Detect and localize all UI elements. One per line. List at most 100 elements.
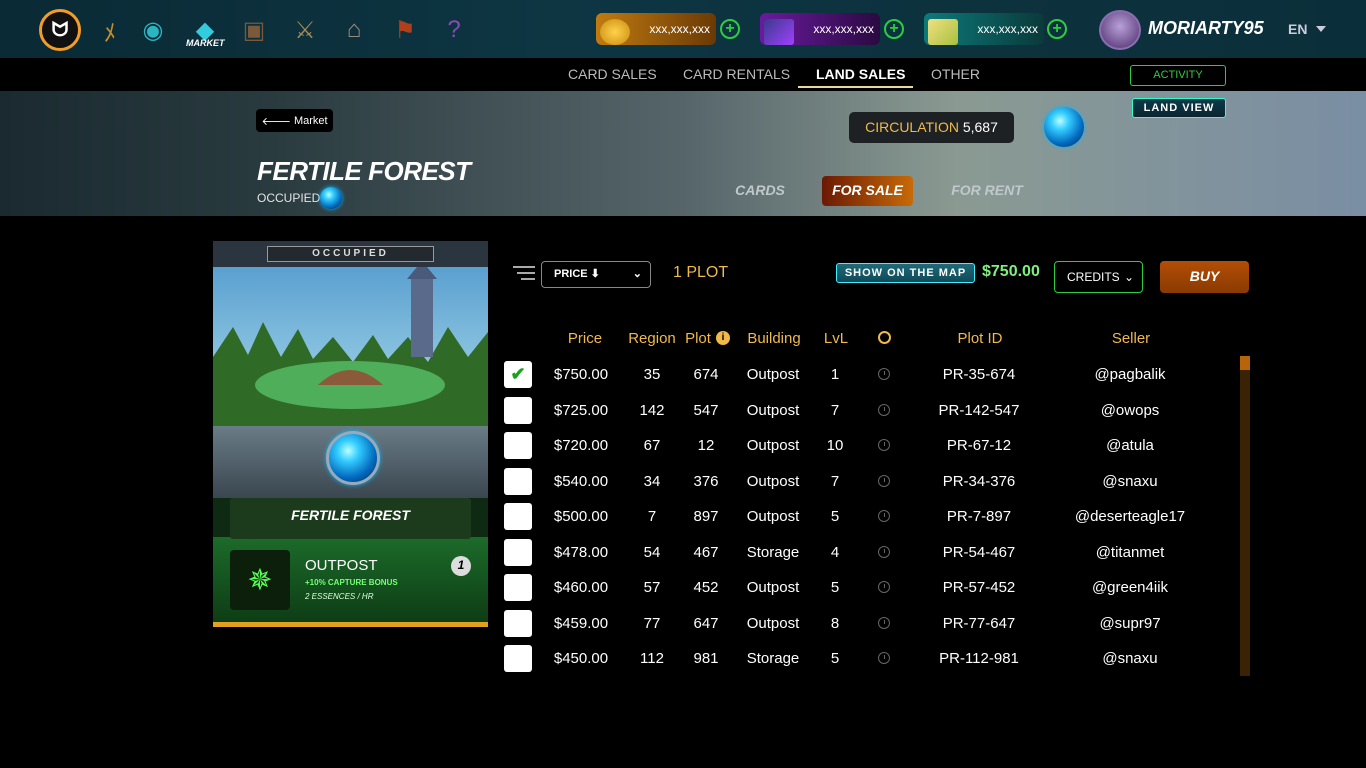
scrollbar-thumb[interactable] — [1240, 356, 1250, 370]
tab-cards[interactable]: CARDS — [728, 176, 792, 206]
battle-icon[interactable]: ⚔ — [285, 10, 325, 50]
logo-icon[interactable]: ᗢ — [39, 9, 81, 51]
chevron-down-icon[interactable] — [1316, 26, 1326, 32]
cell-plot: 547 — [693, 401, 719, 419]
tab-for-sale[interactable]: FOR SALE — [822, 176, 913, 206]
table-row[interactable]: $725.00 142 547 Outpost 7 PR-142-547 @owops — [504, 396, 1244, 426]
cell-lvl: 7 — [830, 401, 840, 419]
clock-icon — [878, 652, 890, 664]
header-region[interactable]: Region — [626, 330, 678, 347]
tab-card-sales[interactable]: CARD SALES — [568, 66, 657, 82]
row-checkbox[interactable] — [504, 396, 532, 424]
selected-total: $750.00 — [982, 263, 1040, 280]
cell-seller[interactable]: @titanmet — [1064, 538, 1196, 568]
land-view-button[interactable]: LAND VIEW — [1132, 98, 1226, 118]
add-dec-button[interactable]: + — [720, 19, 740, 39]
row-checkbox[interactable] — [504, 609, 532, 637]
cell-building: Outpost — [746, 366, 800, 383]
header-seller[interactable]: Seller — [1100, 330, 1162, 347]
cell-price: $450.00 — [553, 650, 609, 667]
currency-select[interactable]: CREDITS ⌄ — [1054, 261, 1143, 293]
clock-icon — [878, 368, 890, 380]
table-row[interactable]: $460.00 57 452 Outpost 5 PR-57-452 @green4iik — [504, 573, 1244, 603]
table-row[interactable]: $720.00 67 12 Outpost 10 PR-67-12 @atula — [504, 431, 1244, 461]
row-checkbox[interactable] — [504, 574, 532, 601]
cell-lvl: 5 — [830, 650, 840, 667]
row-checkbox[interactable] — [504, 538, 532, 566]
cell-seller[interactable]: @green4iik — [1064, 573, 1196, 603]
header-building[interactable]: Building — [742, 330, 806, 347]
row-checkbox[interactable] — [504, 432, 532, 459]
avatar[interactable] — [1099, 10, 1141, 50]
cell-lvl: 10 — [826, 437, 844, 454]
cell-plot: 674 — [693, 366, 719, 383]
header-lvl[interactable]: LvL — [822, 330, 850, 347]
clock-icon — [878, 545, 890, 558]
cell-lvl: 4 — [830, 543, 840, 561]
sort-select[interactable]: PRICE ⬇ ⌄ — [541, 261, 651, 288]
table-row[interactable]: $540.00 34 376 Outpost 7 PR-34-376 @snaxu — [504, 467, 1244, 497]
cell-seller[interactable]: @owops — [1064, 396, 1196, 426]
dec-balance: xxx,xxx,xxx — [649, 22, 710, 36]
quest-icon[interactable]: ﾒ — [90, 10, 130, 50]
header-plot-id[interactable]: Plot ID — [940, 330, 1020, 347]
cell-lvl: 7 — [830, 472, 840, 490]
checkmark-icon: ✔ — [510, 364, 526, 384]
language-selector[interactable]: EN — [1288, 21, 1307, 37]
add-sps-button[interactable]: + — [884, 19, 904, 39]
header-plot[interactable]: Plot — [682, 330, 714, 347]
clock-icon — [878, 581, 890, 593]
land-card: OCCUPIED FERTILE FOREST ✵ OUTPOST +10% C… — [213, 241, 488, 627]
cell-seller[interactable]: @snaxu — [1064, 644, 1196, 674]
forest-artwork — [213, 261, 488, 427]
cell-region: 142 — [639, 401, 665, 419]
row-checkbox[interactable] — [504, 645, 532, 672]
filter-icon[interactable] — [513, 263, 535, 283]
show-on-map-button[interactable]: SHOW ON THE MAP — [836, 263, 975, 283]
tab-for-rent[interactable]: FOR RENT — [945, 176, 1029, 206]
cell-building: Outpost — [746, 472, 800, 490]
clock-icon — [878, 616, 890, 629]
portal-icon[interactable]: ◉ — [133, 10, 173, 50]
cell-seller[interactable]: @deserteagle17 — [1064, 502, 1196, 532]
table-row[interactable]: $459.00 77 647 Outpost 8 PR-77-647 @supr97 — [504, 609, 1244, 639]
chevron-down-icon: ⌄ — [632, 268, 642, 280]
add-credits-button[interactable]: + — [1047, 19, 1067, 39]
buy-button[interactable]: BUY — [1160, 261, 1249, 293]
card-building: OUTPOST — [305, 557, 378, 574]
tab-land-sales[interactable]: LAND SALES — [816, 66, 905, 82]
activity-button[interactable]: ACTIVITY — [1130, 65, 1226, 86]
header-price[interactable]: Price — [560, 330, 610, 347]
row-checkbox[interactable] — [504, 503, 532, 530]
username[interactable]: MORIARTY95 — [1148, 18, 1264, 39]
cell-plot: 981 — [693, 650, 719, 667]
table-row[interactable]: $450.00 112 981 Storage 5 PR-112-981 @snaxu — [504, 644, 1244, 674]
scrollbar-track[interactable] — [1240, 356, 1250, 676]
table-row[interactable]: $478.00 54 467 Storage 4 PR-54-467 @titanmet — [504, 538, 1244, 568]
guild-icon[interactable]: ⚑ — [385, 10, 425, 50]
cell-plot: 467 — [693, 543, 719, 561]
cell-building: Outpost — [746, 579, 800, 596]
cell-region: 77 — [643, 614, 661, 632]
cell-lvl: 1 — [830, 366, 840, 383]
cell-seller[interactable]: @supr97 — [1064, 609, 1196, 639]
cell-seller[interactable]: @snaxu — [1064, 467, 1196, 497]
cell-seller[interactable]: @pagbalik — [1064, 360, 1196, 390]
inventory-icon[interactable]: ▣ — [234, 10, 274, 50]
cell-price: $478.00 — [553, 543, 609, 561]
cell-building: Storage — [746, 543, 800, 561]
row-checkbox[interactable] — [504, 467, 532, 495]
market-label[interactable]: MARKET — [186, 38, 225, 48]
tab-card-rentals[interactable]: CARD RENTALS — [683, 66, 790, 82]
clock-icon — [878, 439, 890, 451]
back-to-market-button[interactable]: 🡐 Market — [256, 109, 333, 132]
tab-other[interactable]: OTHER — [931, 66, 980, 82]
help-icon[interactable]: ? — [434, 10, 474, 50]
cell-seller[interactable]: @atula — [1064, 431, 1196, 461]
row-checkbox[interactable]: ✔ — [504, 361, 532, 388]
land-icon[interactable]: ⌂ — [334, 10, 374, 50]
table-row[interactable]: ✔ $750.00 35 674 Outpost 1 PR-35-674 @pagbalik — [504, 360, 1244, 390]
clock-icon[interactable] — [878, 331, 891, 344]
table-row[interactable]: $500.00 7 897 Outpost 5 PR-7-897 @deserteagle1… — [504, 502, 1244, 532]
info-icon[interactable]: i — [716, 331, 730, 345]
